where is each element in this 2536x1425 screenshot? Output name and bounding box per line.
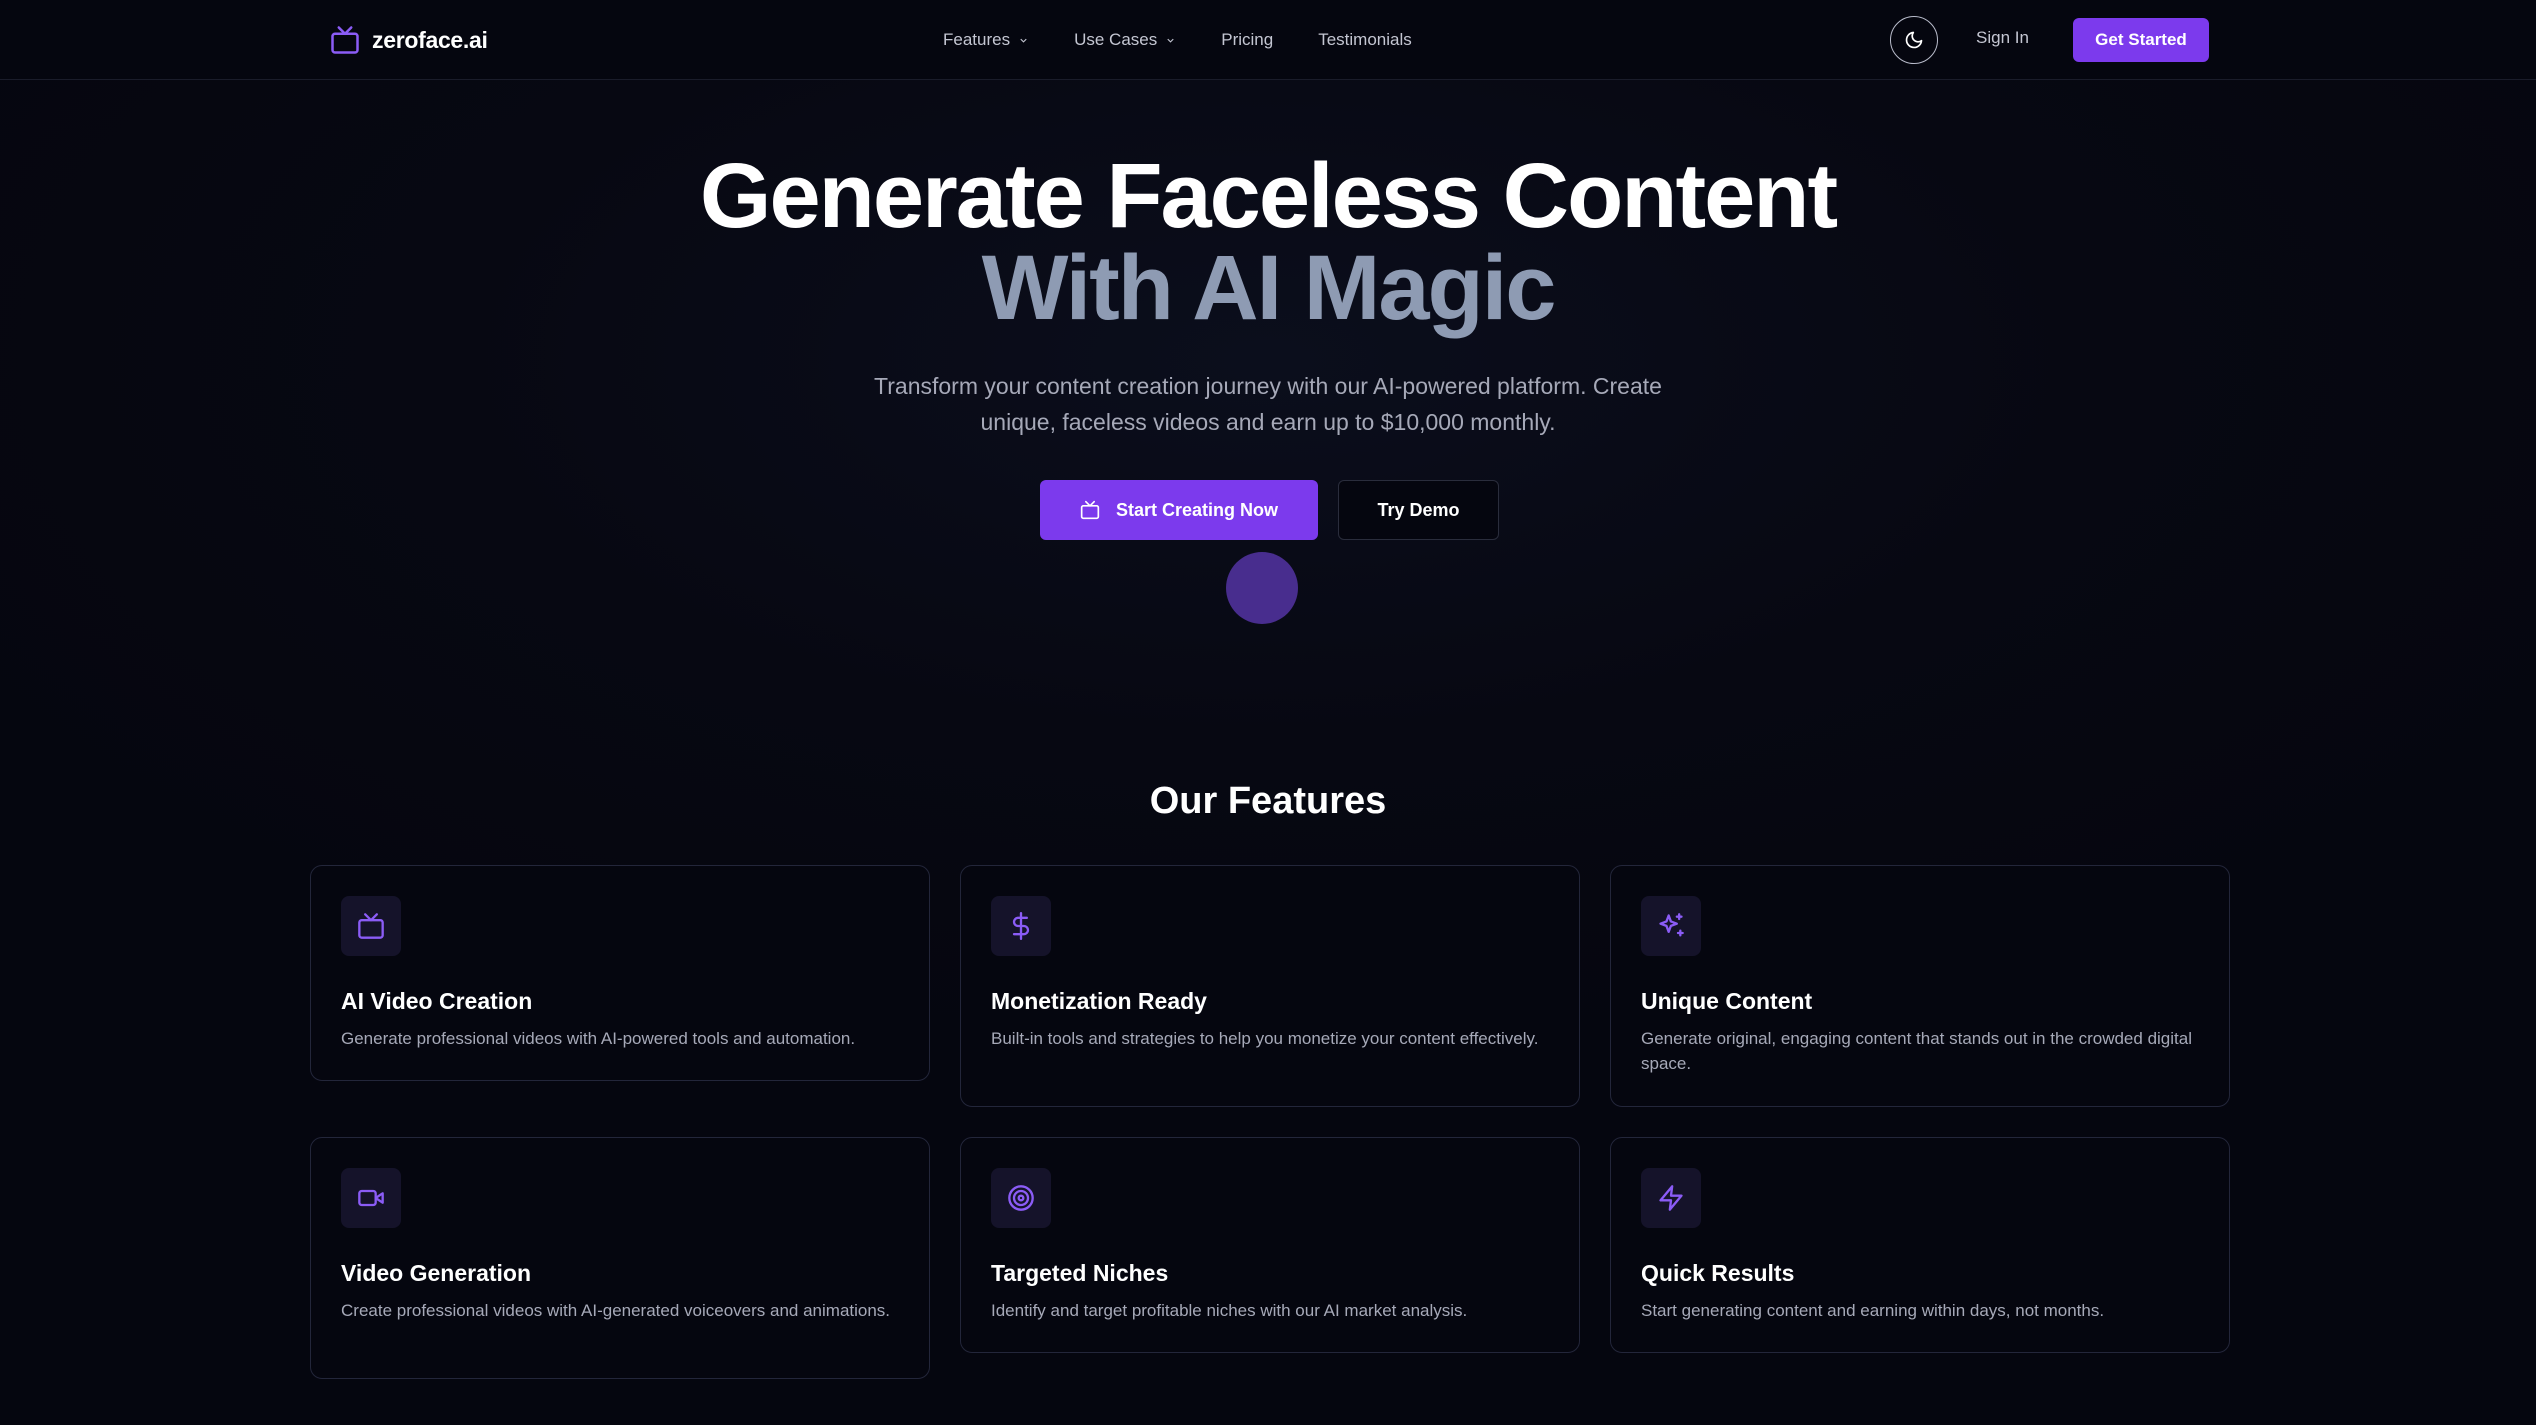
feature-icon-box — [1641, 1168, 1701, 1228]
hero-subtitle: Transform your content creation journey … — [818, 368, 1718, 440]
feature-icon-box — [1641, 896, 1701, 956]
start-creating-button[interactable]: Start Creating Now — [1040, 480, 1318, 540]
features-heading: Our Features — [1149, 780, 1387, 822]
cursor-indicator — [1226, 552, 1298, 624]
feature-description: Start generating content and earning wit… — [1641, 1301, 2105, 1320]
feature-icon-box — [341, 1168, 401, 1228]
hero-title-line2: With AI Magic — [981, 237, 1557, 339]
feature-title: Quick Results — [1641, 1260, 1795, 1286]
chevron-down-icon — [1167, 38, 1174, 43]
feature-title: Monetization Ready — [991, 988, 1207, 1014]
hero-title: Generate Faceless Content With AI Magic — [0, 150, 2536, 334]
nav-item-pricing[interactable]: Pricing — [1221, 30, 1273, 50]
feature-description: Generate professional videos with AI-pow… — [341, 1029, 856, 1048]
start-creating-label: Start Creating Now — [1115, 499, 1279, 520]
tv-icon — [358, 913, 384, 939]
nav-item-testimonials[interactable]: Testimonials — [1318, 30, 1412, 50]
zap-icon — [1659, 1185, 1683, 1211]
sparkles-icon — [1659, 913, 1684, 937]
feature-card-quick-results: Quick Results Start generating content a… — [1610, 1137, 2230, 1353]
try-demo-button[interactable]: Try Demo — [1338, 480, 1499, 540]
feature-description: Generate original, engaging content that… — [1641, 1029, 2192, 1073]
nav-item-label: Features — [943, 30, 1011, 49]
feature-card-targeted-niches: Targeted Niches Identify and target prof… — [960, 1137, 1580, 1353]
feature-card-video-generation: Video Generation Create professional vid… — [310, 1137, 930, 1379]
nav-item-use-cases[interactable]: Use Cases — [1074, 30, 1176, 50]
get-started-button[interactable]: Get Started — [2073, 18, 2209, 62]
nav-item-label: Testimonials — [1318, 30, 1412, 49]
nav-item-label: Use Cases — [1074, 30, 1158, 49]
nav-item-label: Pricing — [1221, 30, 1274, 49]
target-icon — [1008, 1185, 1034, 1211]
feature-description: Create professional videos with AI-gener… — [341, 1301, 891, 1320]
nav-item-features[interactable]: Features — [943, 30, 1029, 50]
hero-subtitle-line1: Transform your content creation journey … — [874, 373, 1662, 399]
tv-icon — [1080, 500, 1100, 520]
sign-in-link[interactable]: Sign In — [1976, 28, 2029, 48]
feature-card-monetization-ready: Monetization Ready Built-in tools and st… — [960, 865, 1580, 1107]
main-nav: Features Use Cases Pricing Testimonials — [943, 24, 1457, 56]
hero-subtitle-line2: unique, faceless videos and earn up to $… — [980, 409, 1556, 435]
feature-title: AI Video Creation — [341, 988, 533, 1014]
feature-title: Targeted Niches — [991, 1260, 1169, 1286]
feature-card-ai-video-creation: AI Video Creation Generate professional … — [310, 865, 930, 1081]
theme-toggle-button[interactable] — [1890, 16, 1938, 64]
feature-description: Identify and target profitable niches wi… — [991, 1301, 1468, 1320]
logo[interactable]: zeroface.ai — [330, 24, 488, 56]
tv-icon — [331, 26, 359, 54]
video-icon — [358, 1189, 384, 1207]
moon-icon — [1905, 31, 1923, 49]
feature-icon-box — [341, 896, 401, 956]
feature-title: Video Generation — [341, 1260, 532, 1286]
feature-icon-box — [991, 1168, 1051, 1228]
feature-description: Built-in tools and strategies to help yo… — [991, 1029, 1539, 1048]
logo-text: zeroface.ai — [372, 26, 488, 53]
top-navbar: zeroface.ai Features Use Cases Pricing T… — [0, 0, 2536, 80]
hero-title-line1: Generate Faceless Content — [699, 145, 1838, 247]
feature-card-unique-content: Unique Content Generate original, engagi… — [1610, 865, 2230, 1107]
dollar-icon — [1012, 912, 1030, 940]
feature-icon-box — [991, 896, 1051, 956]
feature-title: Unique Content — [1641, 988, 1813, 1014]
chevron-down-icon — [1020, 38, 1027, 43]
